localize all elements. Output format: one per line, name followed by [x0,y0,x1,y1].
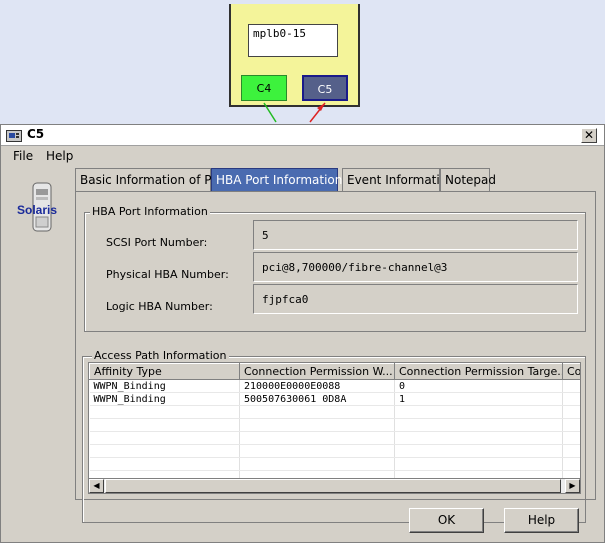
link-c5-arrow [317,103,325,111]
access-path-table: Affinity Type Connection Permission W...… [88,362,581,480]
scsi-port-value: 5 [253,220,578,250]
physical-hba-value: pci@8,700000/fibre-channel@3 [253,252,578,282]
link-c4 [263,102,277,123]
close-icon: ✕ [583,128,595,142]
help-button[interactable]: Help [504,508,579,533]
table-cell: 0 [394,379,563,393]
tab-basic-information[interactable]: Basic Information of Port [75,168,228,191]
os-label: Solaris [17,203,58,217]
table-cell: 210000E0000E0088 [239,379,395,393]
column-header[interactable]: Connection Permission W... [239,363,395,380]
ok-button[interactable]: OK [409,508,484,533]
table-cell: WWPN_Binding [89,379,240,393]
scsi-port-label: SCSI Port Number: [106,236,208,249]
empty-row [89,457,580,471]
menu-bar: File Help [1,146,604,166]
window-title: C5 [27,127,45,141]
logic-hba-value: fjpfca0 [253,284,578,314]
access-path-title: Access Path Information [92,349,229,362]
empty-row [89,418,580,432]
app-icon [6,130,22,142]
close-button[interactable]: ✕ [581,128,597,143]
column-header[interactable]: Affinity Type [89,363,240,380]
port-dialog: C5 ✕ File Help Solaris Basic Information… [0,124,605,543]
table-row[interactable]: WWPN_Binding 210000E0000E0088 0 [89,379,580,393]
hba-group-title: HBA Port Information [90,205,210,218]
port-links [263,102,326,123]
scroll-thumb[interactable] [105,479,561,493]
column-header[interactable]: Co [562,363,580,380]
table-cell: WWPN_Binding [89,392,240,406]
scroll-right-icon[interactable]: ▶ [565,479,580,493]
scroll-left-icon[interactable]: ◀ [89,479,104,493]
empty-row [89,405,580,419]
title-bar[interactable]: C5 ✕ [1,125,604,146]
tab-panel: HBA Port Information SCSI Port Number: 5… [75,191,596,523]
empty-row [89,431,580,445]
table-cell [562,379,580,393]
physical-hba-label: Physical HBA Number: [106,268,229,281]
empty-row [89,444,580,458]
menu-file[interactable]: File [13,149,33,163]
table-header-row: Affinity Type Connection Permission W...… [89,363,580,380]
table-cell [562,392,580,406]
tab-notepad[interactable]: Notepad [440,168,496,191]
logic-hba-label: Logic HBA Number: [106,300,213,313]
tab-event-information[interactable]: Event Information [342,168,455,191]
column-header[interactable]: Connection Permission Targe... [394,363,563,380]
table-cell: 500507630061 0D8A [239,392,395,406]
menu-help[interactable]: Help [46,149,73,163]
table-row[interactable]: WWPN_Binding 500507630061 0D8A 1 [89,392,580,406]
table-cell: 1 [394,392,563,406]
horizontal-scrollbar[interactable]: ◀ ▶ [88,478,581,494]
tab-hba-port-information[interactable]: HBA Port Information [211,168,342,191]
